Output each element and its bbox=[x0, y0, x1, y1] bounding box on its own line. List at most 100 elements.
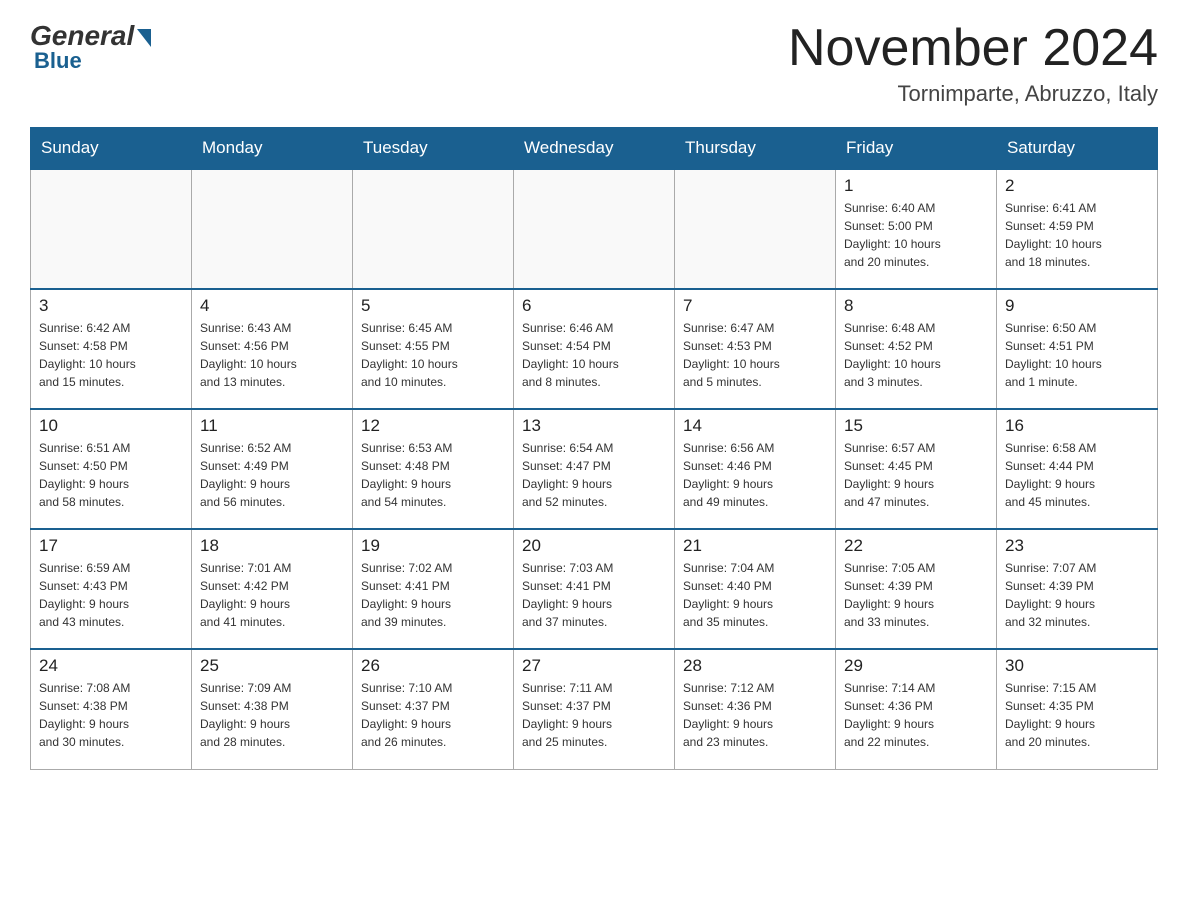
calendar-cell: 12Sunrise: 6:53 AM Sunset: 4:48 PM Dayli… bbox=[353, 409, 514, 529]
calendar-cell: 23 Sunrise: 7:07 AM Sunset: 4:39 PM Dayli… bbox=[997, 529, 1158, 649]
calendar-cell: 1 Sunrise: 6:40 AM Sunset: 5:00 PM Daylig… bbox=[836, 169, 997, 289]
calendar-header-sunday: Sunday bbox=[31, 128, 192, 170]
calendar-cell: 28 Sunrise: 7:12 AM Sunset: 4:36 PM Dayli… bbox=[675, 649, 836, 769]
calendar-cell: 8 Sunrise: 6:48 AM Sunset: 4:52 PM Daylig… bbox=[836, 289, 997, 409]
calendar-cell: 27 Sunrise: 7:11 AM Sunset: 4:37 PM Dayli… bbox=[514, 649, 675, 769]
day-number: 8 bbox=[844, 296, 988, 316]
week-row-3: 10 Sunrise: 6:51 AM Sunset: 4:50 PM Dayli… bbox=[31, 409, 1158, 529]
page-header: General Blue November 2024 Tornimparte, … bbox=[30, 20, 1158, 107]
calendar-cell: 29 Sunrise: 7:14 AM Sunset: 4:36 PM Dayli… bbox=[836, 649, 997, 769]
day-info: Sunrise: 6:52 AM Sunset: 4:49 PM Dayligh… bbox=[200, 439, 344, 511]
day-info: Sunrise: 6:40 AM Sunset: 5:00 PM Dayligh… bbox=[844, 199, 988, 271]
day-info: Sunrise: 6:43 AM Sunset: 4:56 PM Dayligh… bbox=[200, 319, 344, 391]
calendar-cell: 30 Sunrise: 7:15 AM Sunset: 4:35 PM Dayli… bbox=[997, 649, 1158, 769]
calendar-cell: 20Sunrise: 7:03 AM Sunset: 4:41 PM Dayli… bbox=[514, 529, 675, 649]
day-number: 16 bbox=[1005, 416, 1149, 436]
logo-arrow-icon bbox=[137, 29, 151, 47]
calendar-header-saturday: Saturday bbox=[997, 128, 1158, 170]
day-number: 11 bbox=[200, 416, 344, 436]
calendar-cell: 13 Sunrise: 6:54 AM Sunset: 4:47 PM Dayli… bbox=[514, 409, 675, 529]
calendar-cell: 5 Sunrise: 6:45 AM Sunset: 4:55 PM Daylig… bbox=[353, 289, 514, 409]
day-number: 25 bbox=[200, 656, 344, 676]
week-row-4: 17 Sunrise: 6:59 AM Sunset: 4:43 PM Dayli… bbox=[31, 529, 1158, 649]
calendar-header-monday: Monday bbox=[192, 128, 353, 170]
day-info: Sunrise: 6:59 AM Sunset: 4:43 PM Dayligh… bbox=[39, 559, 183, 631]
day-info: Sunrise: 6:50 AM Sunset: 4:51 PM Dayligh… bbox=[1005, 319, 1149, 391]
day-info: Sunrise: 6:54 AM Sunset: 4:47 PM Dayligh… bbox=[522, 439, 666, 511]
day-number: 1 bbox=[844, 176, 988, 196]
day-number: 27 bbox=[522, 656, 666, 676]
day-info: Sunrise: 7:08 AM Sunset: 4:38 PM Dayligh… bbox=[39, 679, 183, 751]
calendar-cell: 7 Sunrise: 6:47 AM Sunset: 4:53 PM Daylig… bbox=[675, 289, 836, 409]
calendar-cell: 16 Sunrise: 6:58 AM Sunset: 4:44 PM Dayli… bbox=[997, 409, 1158, 529]
calendar-cell bbox=[514, 169, 675, 289]
calendar-header-thursday: Thursday bbox=[675, 128, 836, 170]
calendar-cell: 19 Sunrise: 7:02 AM Sunset: 4:41 PM Dayli… bbox=[353, 529, 514, 649]
day-number: 26 bbox=[361, 656, 505, 676]
day-info: Sunrise: 7:10 AM Sunset: 4:37 PM Dayligh… bbox=[361, 679, 505, 751]
day-number: 18 bbox=[200, 536, 344, 556]
calendar-cell: 22 Sunrise: 7:05 AM Sunset: 4:39 PM Dayli… bbox=[836, 529, 997, 649]
day-info: Sunrise: 6:48 AM Sunset: 4:52 PM Dayligh… bbox=[844, 319, 988, 391]
day-number: 19 bbox=[361, 536, 505, 556]
calendar-cell: 11 Sunrise: 6:52 AM Sunset: 4:49 PM Dayli… bbox=[192, 409, 353, 529]
day-info: Sunrise: 6:51 AM Sunset: 4:50 PM Dayligh… bbox=[39, 439, 183, 511]
day-info: Sunrise: 7:12 AM Sunset: 4:36 PM Dayligh… bbox=[683, 679, 827, 751]
day-info: Sunrise: 6:46 AM Sunset: 4:54 PM Dayligh… bbox=[522, 319, 666, 391]
month-title: November 2024 bbox=[788, 20, 1158, 77]
day-info: Sunrise: 7:03 AM Sunset: 4:41 PM Dayligh… bbox=[522, 559, 666, 631]
day-number: 7 bbox=[683, 296, 827, 316]
day-number: 10 bbox=[39, 416, 183, 436]
day-number: 23 bbox=[1005, 536, 1149, 556]
day-number: 13 bbox=[522, 416, 666, 436]
week-row-2: 3Sunrise: 6:42 AM Sunset: 4:58 PM Daylig… bbox=[31, 289, 1158, 409]
title-section: November 2024 Tornimparte, Abruzzo, Ital… bbox=[788, 20, 1158, 107]
day-info: Sunrise: 7:14 AM Sunset: 4:36 PM Dayligh… bbox=[844, 679, 988, 751]
calendar-cell: 21Sunrise: 7:04 AM Sunset: 4:40 PM Dayli… bbox=[675, 529, 836, 649]
day-number: 5 bbox=[361, 296, 505, 316]
calendar-cell: 10 Sunrise: 6:51 AM Sunset: 4:50 PM Dayli… bbox=[31, 409, 192, 529]
day-info: Sunrise: 7:02 AM Sunset: 4:41 PM Dayligh… bbox=[361, 559, 505, 631]
day-number: 28 bbox=[683, 656, 827, 676]
day-info: Sunrise: 6:47 AM Sunset: 4:53 PM Dayligh… bbox=[683, 319, 827, 391]
day-number: 30 bbox=[1005, 656, 1149, 676]
calendar-header-tuesday: Tuesday bbox=[353, 128, 514, 170]
day-info: Sunrise: 7:05 AM Sunset: 4:39 PM Dayligh… bbox=[844, 559, 988, 631]
calendar-cell: 2 Sunrise: 6:41 AM Sunset: 4:59 PM Daylig… bbox=[997, 169, 1158, 289]
day-number: 24 bbox=[39, 656, 183, 676]
day-number: 9 bbox=[1005, 296, 1149, 316]
calendar-cell: 9 Sunrise: 6:50 AM Sunset: 4:51 PM Daylig… bbox=[997, 289, 1158, 409]
logo: General Blue bbox=[30, 20, 151, 74]
calendar-cell: 15Sunrise: 6:57 AM Sunset: 4:45 PM Dayli… bbox=[836, 409, 997, 529]
day-info: Sunrise: 6:58 AM Sunset: 4:44 PM Dayligh… bbox=[1005, 439, 1149, 511]
day-info: Sunrise: 6:56 AM Sunset: 4:46 PM Dayligh… bbox=[683, 439, 827, 511]
day-number: 17 bbox=[39, 536, 183, 556]
day-number: 4 bbox=[200, 296, 344, 316]
calendar-cell bbox=[192, 169, 353, 289]
day-number: 29 bbox=[844, 656, 988, 676]
day-info: Sunrise: 7:09 AM Sunset: 4:38 PM Dayligh… bbox=[200, 679, 344, 751]
week-row-1: 1 Sunrise: 6:40 AM Sunset: 5:00 PM Daylig… bbox=[31, 169, 1158, 289]
day-info: Sunrise: 7:15 AM Sunset: 4:35 PM Dayligh… bbox=[1005, 679, 1149, 751]
calendar-cell: 17 Sunrise: 6:59 AM Sunset: 4:43 PM Dayli… bbox=[31, 529, 192, 649]
logo-blue-text: Blue bbox=[34, 48, 82, 74]
calendar-cell bbox=[31, 169, 192, 289]
location-title: Tornimparte, Abruzzo, Italy bbox=[788, 81, 1158, 107]
day-info: Sunrise: 7:01 AM Sunset: 4:42 PM Dayligh… bbox=[200, 559, 344, 631]
day-info: Sunrise: 6:45 AM Sunset: 4:55 PM Dayligh… bbox=[361, 319, 505, 391]
day-info: Sunrise: 7:07 AM Sunset: 4:39 PM Dayligh… bbox=[1005, 559, 1149, 631]
calendar-cell: 6Sunrise: 6:46 AM Sunset: 4:54 PM Daylig… bbox=[514, 289, 675, 409]
day-info: Sunrise: 6:42 AM Sunset: 4:58 PM Dayligh… bbox=[39, 319, 183, 391]
calendar-cell: 25 Sunrise: 7:09 AM Sunset: 4:38 PM Dayli… bbox=[192, 649, 353, 769]
calendar-table: SundayMondayTuesdayWednesdayThursdayFrid… bbox=[30, 127, 1158, 770]
day-number: 15 bbox=[844, 416, 988, 436]
calendar-header-wednesday: Wednesday bbox=[514, 128, 675, 170]
day-number: 12 bbox=[361, 416, 505, 436]
day-info: Sunrise: 7:11 AM Sunset: 4:37 PM Dayligh… bbox=[522, 679, 666, 751]
day-info: Sunrise: 6:41 AM Sunset: 4:59 PM Dayligh… bbox=[1005, 199, 1149, 271]
day-number: 22 bbox=[844, 536, 988, 556]
day-number: 2 bbox=[1005, 176, 1149, 196]
calendar-cell: 14Sunrise: 6:56 AM Sunset: 4:46 PM Dayli… bbox=[675, 409, 836, 529]
calendar-cell: 3Sunrise: 6:42 AM Sunset: 4:58 PM Daylig… bbox=[31, 289, 192, 409]
week-row-5: 24 Sunrise: 7:08 AM Sunset: 4:38 PM Dayli… bbox=[31, 649, 1158, 769]
